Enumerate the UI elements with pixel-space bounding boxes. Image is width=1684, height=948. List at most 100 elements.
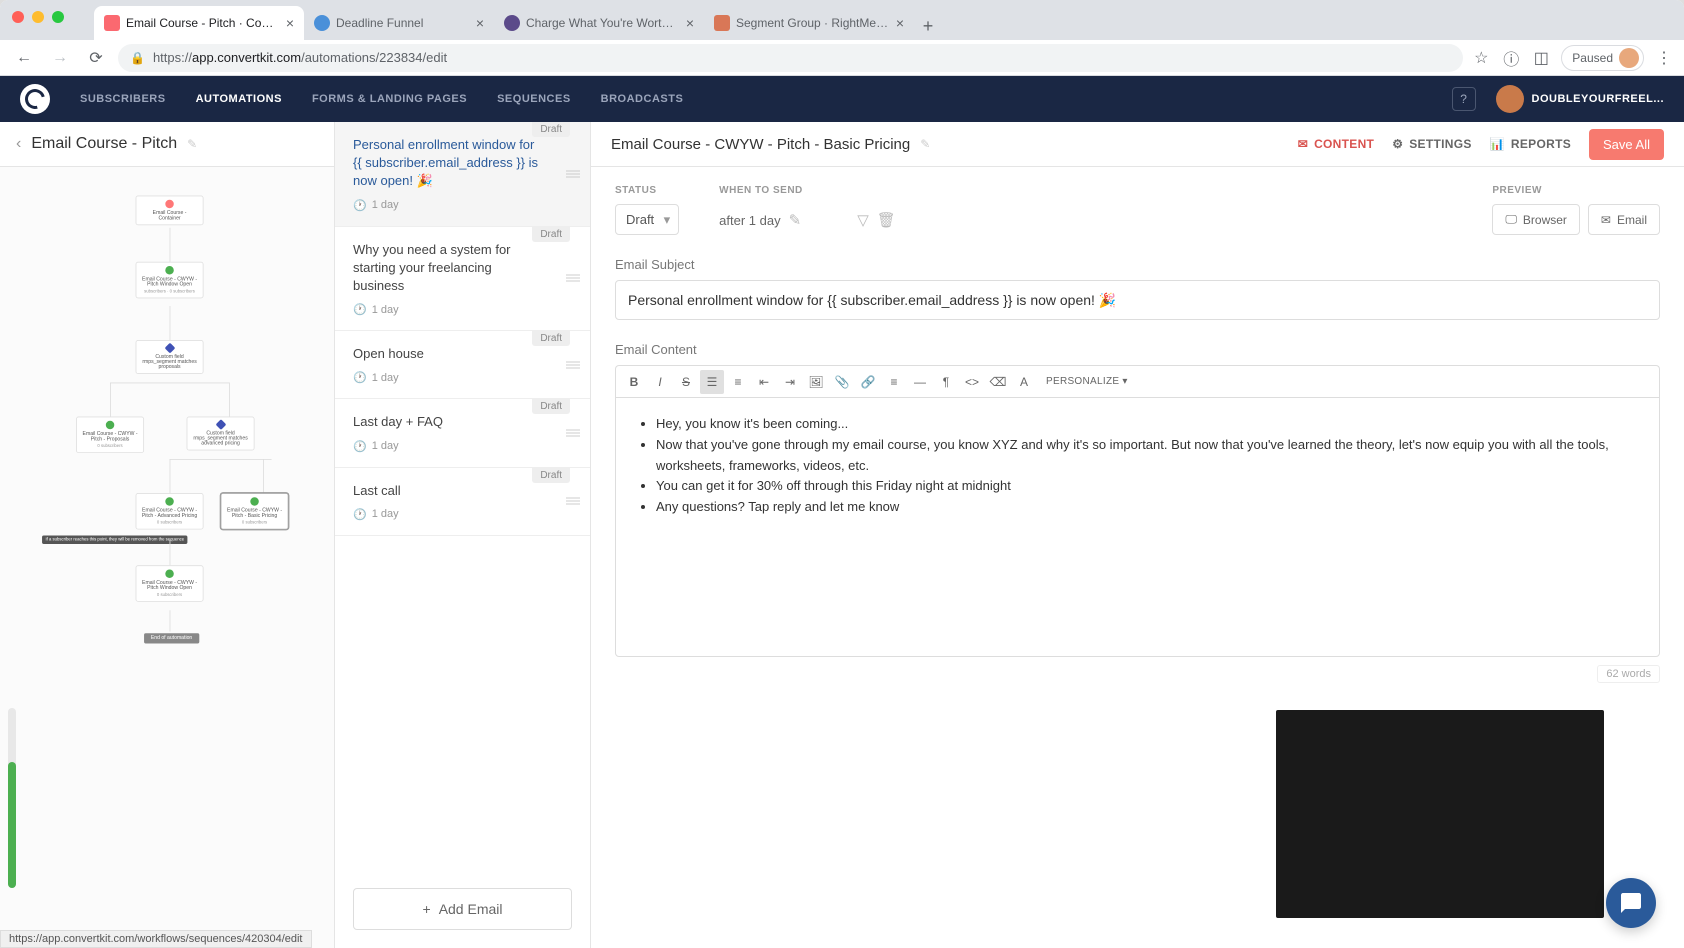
email-list-item[interactable]: Draft Last day + FAQ 🕐1 day xyxy=(335,399,590,467)
profile-paused[interactable]: Paused xyxy=(1561,45,1644,71)
image-icon[interactable]: 🖼 xyxy=(804,370,828,394)
status-url: https://app.convertkit.com/workflows/seq… xyxy=(0,930,312,948)
ol-icon[interactable]: ≡ xyxy=(726,370,750,394)
add-email-button[interactable]: + Add Email xyxy=(353,888,572,930)
drag-handle-icon[interactable] xyxy=(566,275,580,282)
window-minimize[interactable] xyxy=(32,11,44,23)
paragraph-icon[interactable]: ¶ xyxy=(934,370,958,394)
intercom-chat-button[interactable] xyxy=(1606,878,1656,928)
outdent-icon[interactable]: ⇤ xyxy=(752,370,776,394)
back-chevron-icon[interactable]: ‹ xyxy=(16,135,21,153)
strike-icon[interactable]: S xyxy=(674,370,698,394)
tab-close-icon[interactable]: × xyxy=(476,15,484,31)
save-all-button[interactable]: Save All xyxy=(1589,129,1664,160)
subject-input[interactable] xyxy=(615,280,1660,320)
url-input[interactable]: 🔒 https://app.convertkit.com/automations… xyxy=(118,44,1463,72)
email-list-item[interactable]: Draft Open house 🕐1 day xyxy=(335,331,590,399)
bold-icon[interactable]: B xyxy=(622,370,646,394)
extension-icon[interactable]: ◫ xyxy=(1531,48,1551,68)
italic-icon[interactable]: I xyxy=(648,370,672,394)
nav-item[interactable]: BROADCASTS xyxy=(601,93,684,105)
align-icon[interactable]: ≡ xyxy=(882,370,906,394)
tab-close-icon[interactable]: × xyxy=(686,15,694,31)
help-button[interactable]: ? xyxy=(1452,87,1476,111)
preview-email-button[interactable]: ✉ Email xyxy=(1588,204,1660,235)
email-list-item[interactable]: Draft Personal enrollment window for {{ … xyxy=(335,122,590,227)
drag-handle-icon[interactable] xyxy=(566,429,580,436)
preview-browser-button[interactable]: 🖵 Browser xyxy=(1492,204,1580,235)
automation-canvas[interactable]: Email Course - Container Email Course - … xyxy=(0,167,334,948)
window-close[interactable] xyxy=(12,11,24,23)
new-tab-button[interactable]: + xyxy=(914,12,942,40)
user-menu[interactable]: DOUBLEYOURFREEL... xyxy=(1496,85,1664,113)
clock-icon: 🕐 xyxy=(353,508,367,521)
draft-badge: Draft xyxy=(532,468,570,483)
automation-node[interactable]: Email Course - CWYW - Pitch - Advanced P… xyxy=(136,493,204,530)
automation-node[interactable]: Email Course - CWYW - Pitch Window Open … xyxy=(136,262,204,299)
browser-tab[interactable]: Charge What You're Worth - A× xyxy=(494,6,704,40)
content-editor[interactable]: Hey, you know it's been coming...Now tha… xyxy=(615,397,1660,657)
status-select[interactable]: Draft xyxy=(615,204,679,235)
tab-content[interactable]: ✉ CONTENT xyxy=(1298,137,1374,151)
window-zoom[interactable] xyxy=(52,11,64,23)
file-icon[interactable]: 📎 xyxy=(830,370,854,394)
automation-node-selected[interactable]: Email Course - CWYW - Pitch - Basic Pric… xyxy=(221,493,289,530)
email-list-item[interactable]: Draft Last call 🕐1 day xyxy=(335,468,590,536)
draft-badge: Draft xyxy=(532,331,570,346)
favicon-icon xyxy=(104,15,120,31)
nav-forward[interactable]: → xyxy=(46,44,74,72)
trash-icon[interactable]: 🗑 xyxy=(877,211,896,229)
email-item-delay: 🕐1 day xyxy=(353,508,572,521)
clock-icon: 🕐 xyxy=(353,440,367,453)
color-icon[interactable]: A xyxy=(1012,370,1036,394)
ul-icon[interactable]: ☰ xyxy=(700,370,724,394)
avatar-icon xyxy=(1619,48,1639,68)
zoom-slider[interactable] xyxy=(8,708,16,888)
filter-icon[interactable]: ▽ xyxy=(857,211,869,229)
automation-node[interactable]: Custom field rmps_segment matches advanc… xyxy=(187,417,255,451)
indent-icon[interactable]: ⇥ xyxy=(778,370,802,394)
nav-reload[interactable]: ⟳ xyxy=(82,44,110,72)
edit-when-icon[interactable]: ✎ xyxy=(789,211,802,229)
browser-tab[interactable]: Segment Group · RightMessage× xyxy=(704,6,914,40)
email-list-item[interactable]: Draft Why you need a system for starting… xyxy=(335,227,590,332)
nav-item[interactable]: AUTOMATIONS xyxy=(196,93,282,105)
automation-end: End of automation xyxy=(144,633,199,643)
app-logo[interactable] xyxy=(20,84,50,114)
automation-node[interactable]: Email Course - CWYW - Pitch - Proposals … xyxy=(76,417,144,454)
browser-tab[interactable]: Email Course - Pitch · ConvertKit× xyxy=(94,6,304,40)
edit-sequence-icon[interactable]: ✎ xyxy=(920,137,930,151)
automation-node[interactable]: Email Course - CWYW - Pitch Window Open … xyxy=(136,565,204,602)
nav-item[interactable]: FORMS & LANDING PAGES xyxy=(312,93,467,105)
user-avatar-icon xyxy=(1496,85,1524,113)
chrome-menu-icon[interactable]: ⋮ xyxy=(1654,48,1674,68)
link-icon[interactable]: 🔗 xyxy=(856,370,880,394)
nav-item[interactable]: SEQUENCES xyxy=(497,93,571,105)
content-bullet: Now that you've gone through my email co… xyxy=(656,435,1639,477)
tab-settings[interactable]: ⚙ SETTINGS xyxy=(1392,137,1471,151)
clock-icon: 🕐 xyxy=(353,303,367,316)
code-icon[interactable]: <> xyxy=(960,370,984,394)
nav-back[interactable]: ← xyxy=(10,44,38,72)
drag-handle-icon[interactable] xyxy=(566,170,580,177)
info-icon[interactable]: ⓘ xyxy=(1501,48,1521,68)
bookmark-icon[interactable]: ☆ xyxy=(1471,48,1491,68)
content-bullet: Hey, you know it's been coming... xyxy=(656,414,1639,435)
draft-badge: Draft xyxy=(532,122,570,137)
tab-close-icon[interactable]: × xyxy=(286,15,294,31)
nav-item[interactable]: SUBSCRIBERS xyxy=(80,93,166,105)
address-bar: ← → ⟳ 🔒 https://app.convertkit.com/autom… xyxy=(0,40,1684,76)
when-value: after 1 day xyxy=(719,213,780,228)
clear-icon[interactable]: ⌫ xyxy=(986,370,1010,394)
drag-handle-icon[interactable] xyxy=(566,498,580,505)
personalize-dropdown[interactable]: PERSONALIZE ▾ xyxy=(1038,376,1136,387)
hr-icon[interactable]: — xyxy=(908,370,932,394)
tab-close-icon[interactable]: × xyxy=(896,15,904,31)
automation-node[interactable]: Custom field rmps_segment matches propos… xyxy=(136,340,204,374)
drag-handle-icon[interactable] xyxy=(566,361,580,368)
app-header: SUBSCRIBERS AUTOMATIONS FORMS & LANDING PA… xyxy=(0,76,1684,122)
automation-node[interactable]: Email Course - Container xyxy=(136,196,204,226)
edit-title-icon[interactable]: ✎ xyxy=(187,137,197,151)
tab-reports[interactable]: 📊 REPORTS xyxy=(1490,137,1571,151)
browser-tab[interactable]: Deadline Funnel× xyxy=(304,6,494,40)
